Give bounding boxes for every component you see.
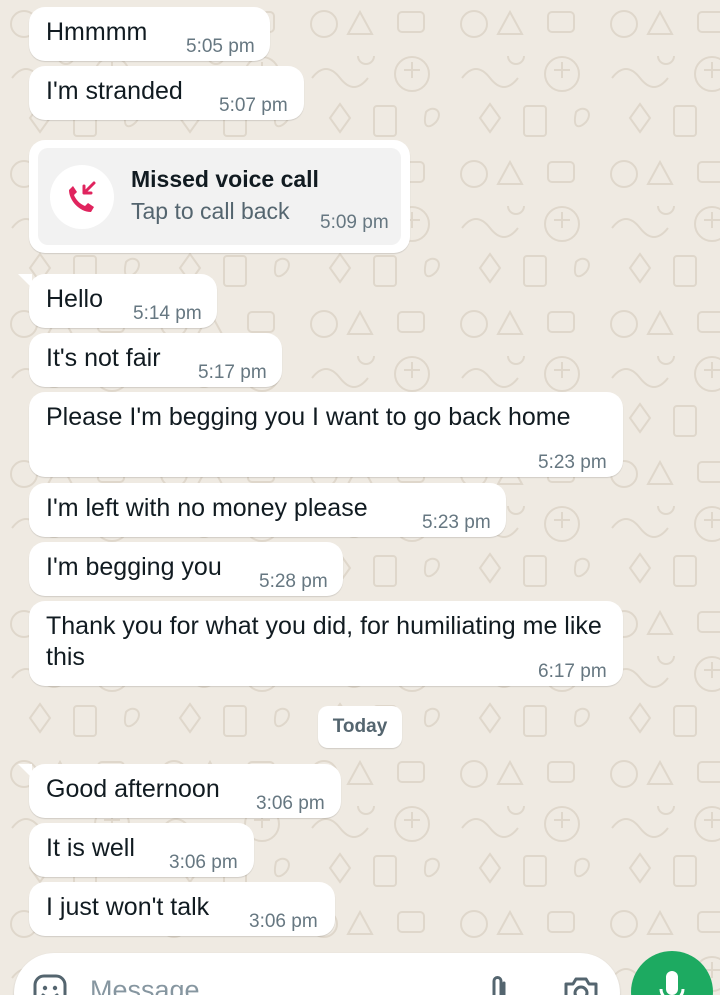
missed-call-subtitle: Tap to call back bbox=[131, 198, 290, 224]
message-time: 3:06 pm bbox=[256, 793, 325, 814]
incoming-message[interactable]: Hmmmm 5:05 pm bbox=[29, 7, 270, 61]
message-time: 5:23 pm bbox=[422, 512, 491, 533]
emoji-icon[interactable] bbox=[32, 973, 68, 995]
message-time: 5:14 pm bbox=[133, 303, 202, 324]
message-time: 6:17 pm bbox=[538, 661, 607, 682]
message-text: Good afternoon bbox=[46, 775, 220, 803]
message-text: Hmmmm bbox=[46, 18, 148, 46]
missed-call-message[interactable]: Missed voice call Tap to call back 5:09 … bbox=[29, 140, 410, 253]
message-time: 5:17 pm bbox=[198, 362, 267, 383]
mic-icon bbox=[659, 971, 685, 995]
incoming-message[interactable]: I'm left with no money please 5:23 pm bbox=[29, 483, 506, 537]
message-time: 5:28 pm bbox=[259, 571, 328, 592]
incoming-message[interactable]: I'm begging you 5:28 pm bbox=[29, 542, 343, 596]
incoming-message[interactable]: I just won't talk 3:06 pm bbox=[29, 882, 335, 936]
message-time: 5:23 pm bbox=[538, 452, 607, 473]
incoming-message[interactable]: Please I'm begging you I want to go back… bbox=[29, 392, 623, 477]
message-time: 3:06 pm bbox=[249, 911, 318, 932]
message-text: I'm left with no money please bbox=[46, 494, 368, 522]
message-text: I'm begging you bbox=[46, 553, 222, 581]
message-text: Please I'm begging you I want to go back… bbox=[46, 403, 571, 431]
incoming-message[interactable]: Thank you for what you did, for humiliat… bbox=[29, 601, 623, 686]
message-text: Hello bbox=[46, 285, 103, 313]
incoming-message[interactable]: It's not fair 5:17 pm bbox=[29, 333, 282, 387]
incoming-message[interactable]: I'm stranded 5:07 pm bbox=[29, 66, 304, 120]
incoming-message[interactable]: Good afternoon 3:06 pm bbox=[18, 764, 341, 818]
message-text: It's not fair bbox=[46, 344, 161, 372]
attach-icon[interactable] bbox=[484, 971, 514, 995]
chat-area[interactable]: Hmmmm 5:05 pm I'm stranded 5:07 pm Misse… bbox=[0, 0, 720, 995]
message-time: 3:06 pm bbox=[169, 852, 238, 873]
camera-icon[interactable] bbox=[562, 973, 600, 995]
message-text: I'm stranded bbox=[46, 77, 183, 105]
message-text: Thank you for what you did, for humiliat… bbox=[46, 612, 602, 671]
missed-call-icon bbox=[50, 165, 114, 229]
missed-call-title: Missed voice call bbox=[131, 166, 319, 192]
incoming-message[interactable]: Hello 5:14 pm bbox=[18, 274, 217, 328]
incoming-message[interactable]: It is well 3:06 pm bbox=[29, 823, 254, 877]
message-input[interactable]: Message bbox=[90, 975, 200, 995]
message-time: 5:05 pm bbox=[186, 36, 255, 57]
missed-call-card[interactable]: Missed voice call Tap to call back 5:09 … bbox=[38, 148, 401, 245]
message-time: 5:09 pm bbox=[320, 212, 389, 233]
message-text: It is well bbox=[46, 834, 135, 862]
date-divider: Today bbox=[318, 706, 402, 748]
message-composer[interactable]: Message bbox=[14, 953, 620, 995]
message-text: I just won't talk bbox=[46, 893, 210, 921]
message-time: 5:07 pm bbox=[219, 95, 288, 116]
